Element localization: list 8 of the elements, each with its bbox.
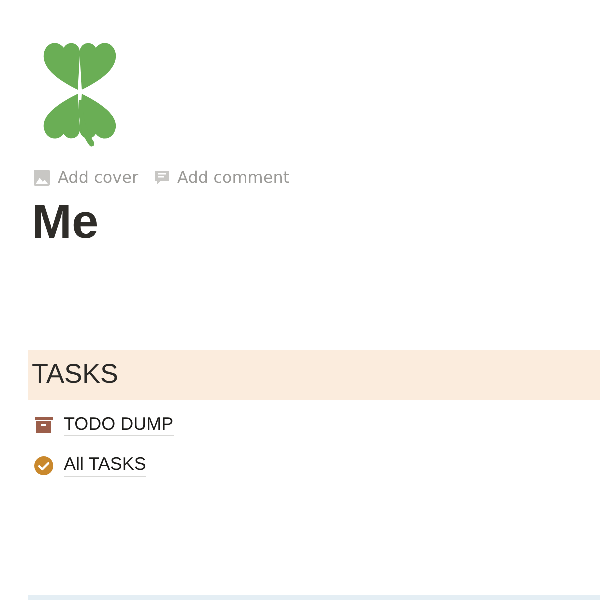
page-link[interactable]: All TASKS xyxy=(64,454,146,477)
page-title: Me xyxy=(32,197,99,250)
check-circle-icon xyxy=(34,456,54,476)
archive-box-icon xyxy=(34,415,54,436)
comment-icon xyxy=(152,168,171,186)
section-heading: TASKS xyxy=(32,359,119,390)
page-link[interactable]: TODO DUMP xyxy=(64,414,174,436)
image-icon xyxy=(33,168,51,186)
